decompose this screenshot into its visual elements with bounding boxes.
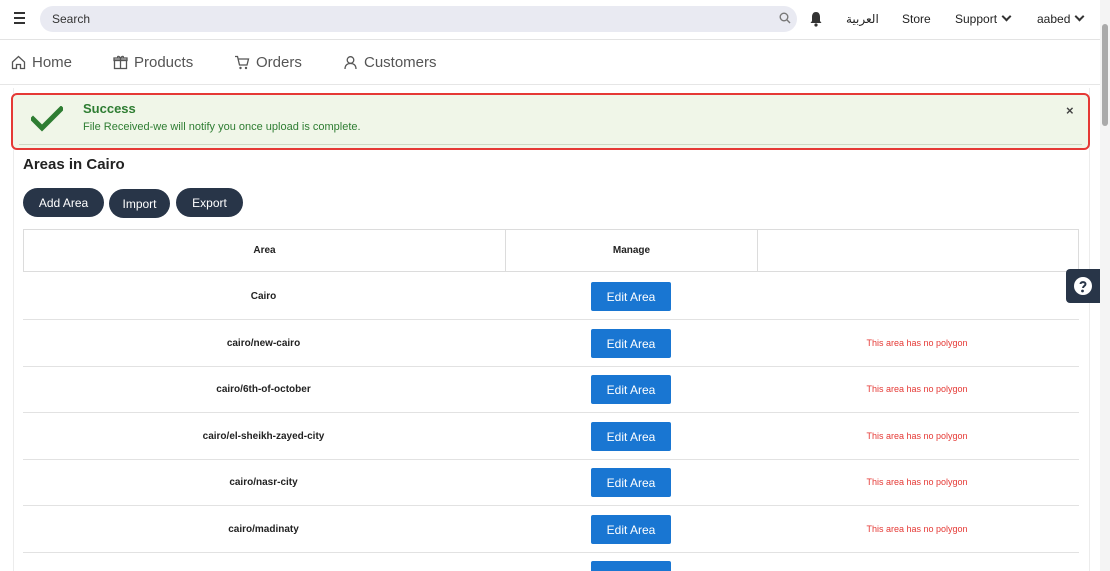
polygon-status: This area has no polygon — [866, 338, 968, 348]
edit-area-button[interactable]: Edit Area — [591, 282, 671, 311]
user-label: aabed — [1037, 12, 1071, 26]
top-bar: العربية Store Support aabed — [0, 0, 1110, 40]
import-button[interactable]: Import — [109, 189, 170, 218]
store-link[interactable]: Store — [902, 12, 931, 26]
alert-title: Success — [83, 101, 136, 116]
cart-icon — [235, 55, 250, 70]
area-name: cairo/new-cairo — [226, 337, 301, 349]
search-icon[interactable] — [779, 12, 791, 24]
help-widget-button[interactable] — [1066, 269, 1100, 303]
table-row: cairo/madinaty Edit Area This area has n… — [23, 506, 1079, 553]
edit-area-button[interactable]: Edit Area — [591, 468, 671, 497]
polygon-status: This area has no polygon — [866, 431, 968, 441]
tab-customers[interactable]: Customers — [343, 54, 437, 71]
page-scrollbar[interactable] — [1100, 0, 1110, 571]
user-menu[interactable]: aabed — [1037, 11, 1085, 26]
tab-label: Orders — [256, 54, 302, 71]
chevron-down-icon — [1001, 11, 1012, 22]
table-header: Area Manage — [23, 229, 1079, 272]
edit-area-button[interactable]: Edit Area — [591, 329, 671, 358]
table-row: cairo/6th-of-october Edit Area This area… — [23, 366, 1079, 413]
table-row: Edit Area — [23, 552, 1079, 571]
page-title: Areas in Cairo — [23, 156, 125, 173]
area-name: Cairo — [250, 290, 277, 302]
check-icon — [31, 106, 63, 132]
polygon-status: This area has no polygon — [866, 384, 968, 394]
language-link[interactable]: العربية — [846, 12, 879, 26]
box-icon — [113, 55, 128, 70]
chevron-down-icon — [1074, 11, 1085, 22]
search-input[interactable] — [40, 6, 797, 32]
alert-divider — [19, 144, 1082, 145]
tab-home[interactable]: Home — [11, 54, 72, 71]
edit-area-button[interactable]: Edit Area — [591, 375, 671, 404]
area-name — [23, 552, 504, 571]
polygon-status — [757, 273, 1077, 319]
tab-label: Customers — [364, 54, 437, 71]
tab-products[interactable]: Products — [113, 54, 193, 71]
support-label: Support — [955, 12, 998, 26]
tab-label: Products — [134, 54, 194, 71]
success-alert: Success File Received-we will notify you… — [11, 93, 1090, 150]
user-icon — [344, 56, 357, 70]
area-name: cairo/nasr-city — [229, 476, 298, 488]
add-area-button[interactable]: Add Area — [23, 188, 104, 217]
alert-message: File Received-we will notify you once up… — [83, 121, 361, 133]
polygon-status: This area has no polygon — [866, 477, 968, 487]
column-header-area: Area — [253, 245, 276, 256]
area-name: cairo/madinaty — [228, 523, 299, 535]
tab-label: Home — [32, 54, 73, 71]
home-icon — [11, 55, 26, 70]
column-header-manage: Manage — [612, 245, 651, 256]
area-name: cairo/el-sheikh-zayed-city — [202, 430, 325, 442]
edit-area-button[interactable]: Edit Area — [591, 422, 671, 451]
table-row: cairo/el-sheikh-zayed-city Edit Area Thi… — [23, 413, 1079, 460]
scrollbar-thumb[interactable] — [1102, 24, 1108, 126]
support-menu[interactable]: Support — [955, 11, 1012, 26]
edit-area-button[interactable]: Edit Area — [591, 515, 671, 544]
edit-area-button[interactable]: Edit Area — [591, 561, 671, 571]
bell-icon[interactable] — [809, 11, 823, 27]
column-header-status — [758, 230, 1078, 271]
table-row: cairo/new-cairo Edit Area This area has … — [23, 320, 1079, 367]
polygon-status: This area has no polygon — [866, 524, 968, 534]
export-button[interactable]: Export — [176, 188, 243, 217]
main-nav: Home Products Orders Customers — [0, 41, 1100, 85]
tab-orders[interactable]: Orders — [234, 54, 302, 71]
table-row: Cairo Edit Area — [23, 273, 1079, 320]
close-icon[interactable]: × — [1066, 103, 1074, 118]
help-icon — [1074, 277, 1092, 295]
table-row: cairo/nasr-city Edit Area This area has … — [23, 459, 1079, 506]
area-name: cairo/6th-of-october — [216, 383, 311, 395]
menu-icon[interactable] — [14, 12, 30, 26]
